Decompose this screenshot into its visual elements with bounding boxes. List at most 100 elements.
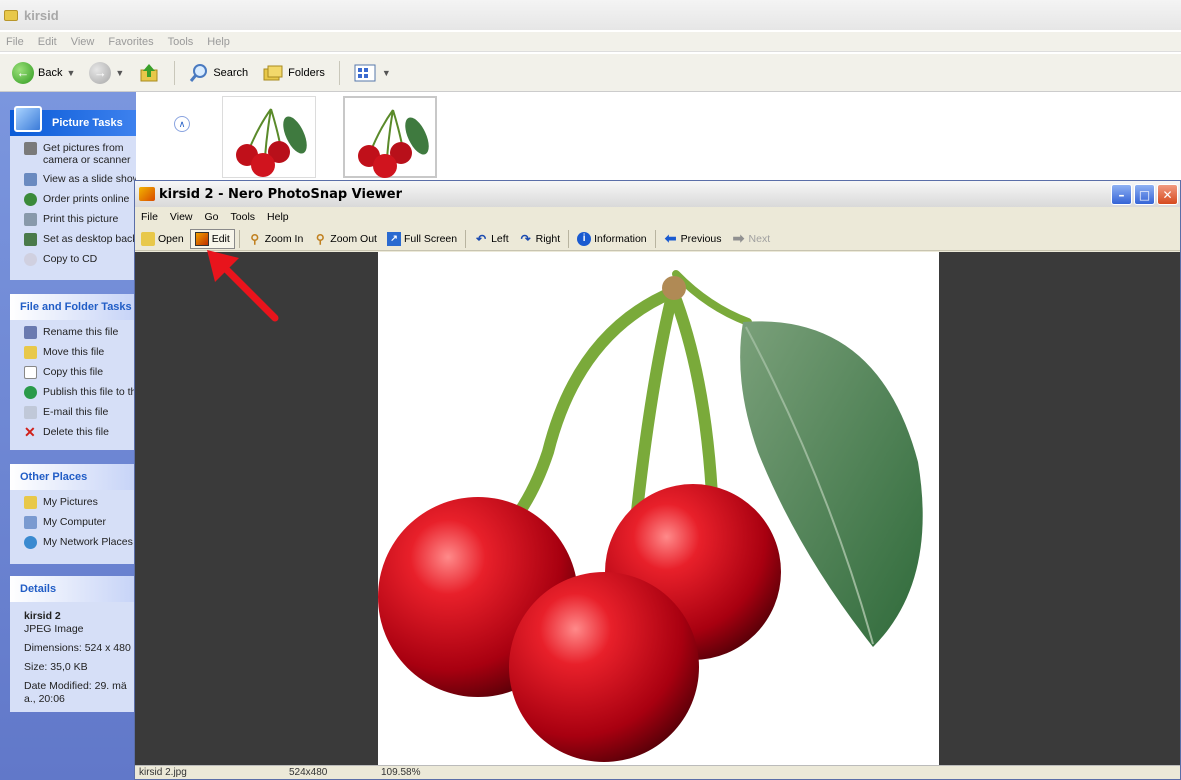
- viewer-menu-file[interactable]: File: [141, 211, 158, 223]
- details-header[interactable]: Details: [10, 576, 136, 602]
- move-icon: [24, 346, 37, 359]
- cd-icon: [24, 253, 37, 266]
- task-get-pictures[interactable]: Get pictures from camera or scanner: [24, 142, 136, 166]
- task-delete-file[interactable]: ✕ Delete this file: [24, 426, 136, 439]
- viewer-menu-tools[interactable]: Tools: [231, 211, 256, 223]
- open-button[interactable]: Open: [137, 229, 188, 249]
- toolbar-separator: [338, 60, 340, 85]
- next-button[interactable]: ➡ Next: [728, 229, 775, 249]
- details-date-modified: Date Modified: 29. mä a., 20:06: [24, 680, 127, 705]
- dropdown-arrow-icon[interactable]: ▼: [115, 68, 124, 78]
- collapse-chevron-icon[interactable]: ∧: [174, 116, 190, 132]
- zoom-in-button[interactable]: ⚲ Zoom In: [244, 229, 308, 249]
- search-label: Search: [213, 66, 249, 79]
- toolbar-separator: [654, 229, 656, 248]
- my-pictures-icon: [24, 496, 37, 509]
- globe-icon: [24, 193, 37, 206]
- back-button[interactable]: ← Back ▼: [8, 60, 79, 86]
- picture-tasks-panel: Picture Tasks Get pictures from camera o…: [10, 110, 136, 280]
- place-my-pictures[interactable]: My Pictures: [24, 496, 136, 509]
- task-rename-file[interactable]: Rename this file: [24, 326, 136, 339]
- place-my-computer[interactable]: My Computer: [24, 516, 136, 529]
- email-icon: [24, 406, 37, 419]
- details-size: Size: 35,0 KB: [24, 661, 88, 673]
- viewer-menu-view[interactable]: View: [170, 211, 193, 223]
- task-move-file[interactable]: Move this file: [24, 346, 136, 359]
- rotate-left-button[interactable]: ↶ Left: [470, 229, 513, 249]
- toolbar-separator: [465, 229, 467, 248]
- status-dimensions: 524x480: [289, 767, 328, 778]
- rename-icon: [24, 326, 37, 339]
- task-set-desktop[interactable]: Set as desktop background: [24, 233, 136, 246]
- forward-button[interactable]: → ▼: [85, 60, 128, 86]
- explorer-title-bar[interactable]: kirsid: [0, 0, 1181, 30]
- explorer-title: kirsid: [24, 7, 59, 23]
- viewer-toolbar: Open Edit ⚲ Zoom In ⚲ Zoom Out ↗ Full Sc…: [135, 227, 1180, 251]
- full-screen-icon: ↗: [386, 231, 401, 246]
- menu-edit[interactable]: Edit: [38, 36, 57, 48]
- dropdown-arrow-icon[interactable]: ▼: [382, 68, 391, 78]
- camera-icon: [24, 142, 37, 155]
- folders-label: Folders: [288, 66, 325, 79]
- views-button[interactable]: ▼: [350, 60, 395, 86]
- rotate-right-icon: ↷: [520, 231, 531, 246]
- maximize-button[interactable]: □: [1134, 184, 1155, 205]
- menu-tools[interactable]: Tools: [168, 36, 194, 48]
- zoom-out-icon: ⚲: [315, 231, 325, 246]
- file-folder-tasks-header[interactable]: File and Folder Tasks: [10, 294, 136, 320]
- task-print-picture[interactable]: Print this picture: [24, 213, 136, 226]
- menu-help[interactable]: Help: [207, 36, 230, 48]
- up-folder-button[interactable]: [134, 60, 164, 86]
- cherry-photo: [378, 252, 939, 766]
- task-publish-file[interactable]: Publish this file to the Web: [24, 386, 136, 399]
- task-copy-cd[interactable]: Copy to CD: [24, 253, 136, 266]
- computer-icon: [24, 516, 37, 529]
- full-screen-button[interactable]: ↗ Full Screen: [383, 229, 461, 249]
- slideshow-icon: [24, 173, 37, 186]
- file-folder-tasks-panel: File and Folder Tasks Rename this file M…: [10, 294, 136, 450]
- cherries-image: [378, 270, 923, 762]
- printer-icon: [24, 213, 37, 226]
- forward-arrow-icon: →: [89, 61, 112, 84]
- folder-icon: [4, 9, 18, 21]
- edit-button[interactable]: Edit: [189, 228, 235, 249]
- toolbar-separator: [568, 229, 570, 248]
- toolbar-separator: [174, 60, 176, 85]
- viewer-title-bar[interactable]: kirsid 2 - Nero PhotoSnap Viewer – □ ✕: [135, 181, 1180, 207]
- task-slide-show[interactable]: View as a slide show: [24, 173, 136, 186]
- task-email-file[interactable]: E-mail this file: [24, 406, 136, 419]
- other-places-header[interactable]: Other Places: [10, 464, 136, 490]
- search-button[interactable]: Search: [185, 60, 252, 86]
- picture-tasks-icon: [14, 106, 42, 132]
- menu-file[interactable]: File: [6, 36, 24, 48]
- viewer-menu-help[interactable]: Help: [267, 211, 289, 223]
- image-canvas[interactable]: [135, 252, 1180, 766]
- details-panel: Details kirsid 2 JPEG Image Dimensions: …: [10, 576, 136, 712]
- previous-button[interactable]: ⬅ Previous: [660, 229, 726, 249]
- rotate-right-button[interactable]: ↷ Right: [515, 229, 565, 249]
- thumbnail-kirsid-2[interactable]: [343, 96, 437, 178]
- close-button[interactable]: ✕: [1157, 184, 1178, 205]
- place-network[interactable]: My Network Places: [24, 536, 136, 549]
- up-folder-icon: [140, 63, 158, 81]
- status-zoom: 109.58%: [381, 767, 421, 778]
- dropdown-arrow-icon[interactable]: ▼: [66, 68, 75, 78]
- task-copy-file[interactable]: Copy this file: [24, 366, 136, 379]
- details-file-name: kirsid 2: [24, 610, 61, 622]
- details-dimensions: Dimensions: 524 x 480: [24, 642, 131, 654]
- folders-button[interactable]: Folders: [258, 60, 329, 86]
- thumbnail-kirsid-1[interactable]: [222, 96, 316, 178]
- task-order-prints[interactable]: Order prints online: [24, 193, 136, 206]
- photosnap-app-icon: [139, 187, 155, 201]
- viewer-menu-go[interactable]: Go: [205, 211, 219, 223]
- zoom-out-button[interactable]: ⚲ Zoom Out: [309, 229, 381, 249]
- back-label: Back: [38, 66, 63, 79]
- edit-image-icon: [194, 231, 209, 246]
- search-icon: [190, 63, 208, 82]
- cherry-thumbnail-image: [358, 109, 429, 178]
- minimize-button[interactable]: –: [1111, 184, 1132, 205]
- menu-view[interactable]: View: [71, 36, 95, 48]
- zoom-in-icon: ⚲: [250, 231, 260, 246]
- information-button[interactable]: i Information: [573, 229, 651, 249]
- menu-favorites[interactable]: Favorites: [108, 36, 153, 48]
